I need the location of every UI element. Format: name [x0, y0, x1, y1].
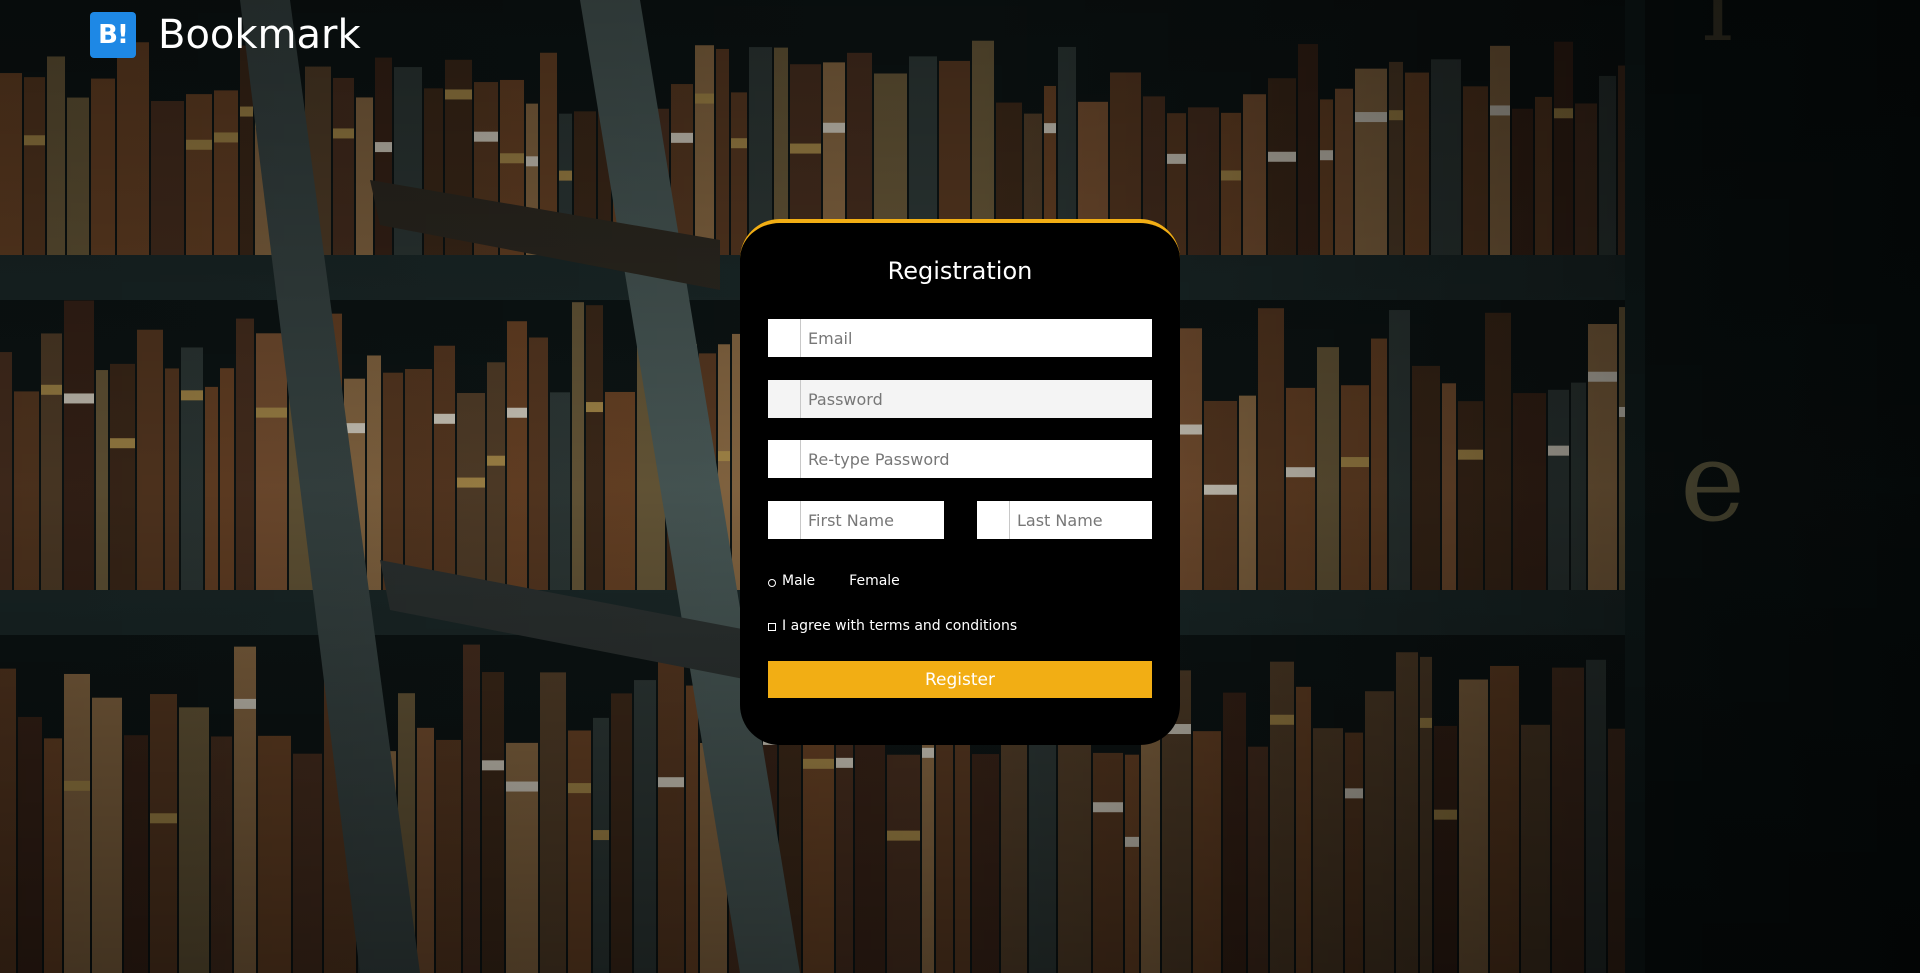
lock-icon: [768, 440, 801, 478]
terms-agreement: I agree with terms and conditions: [768, 618, 1017, 634]
registration-title: Registration: [887, 257, 1033, 285]
first-name-field: [768, 501, 944, 539]
male-radio-label[interactable]: Male: [782, 573, 815, 589]
registration-card: Registration Male Female I agree with te…: [740, 219, 1180, 745]
retype-password-input[interactable]: [801, 440, 1152, 478]
email-icon: [768, 319, 801, 357]
retype-password-field: [768, 440, 1152, 478]
brand-header[interactable]: B! Bookmark: [90, 12, 361, 58]
terms-label[interactable]: I agree with terms and conditions: [782, 618, 1017, 634]
email-field: [768, 319, 1152, 357]
password-field: [768, 380, 1152, 418]
last-name-field: [977, 501, 1152, 539]
user-icon: [768, 501, 801, 539]
password-input[interactable]: [801, 380, 1152, 418]
lock-icon: [768, 380, 801, 418]
user-icon: [977, 501, 1010, 539]
terms-checkbox[interactable]: [768, 623, 776, 631]
register-button[interactable]: Register: [768, 661, 1152, 698]
male-radio[interactable]: [768, 578, 776, 587]
bookmark-logo-icon: B!: [90, 12, 136, 58]
last-name-input[interactable]: [1010, 501, 1152, 539]
brand-name: Bookmark: [158, 12, 361, 58]
email-input[interactable]: [801, 319, 1152, 357]
female-radio-label[interactable]: Female: [849, 573, 900, 589]
gender-radio-group: Male Female: [768, 573, 900, 589]
first-name-input[interactable]: [801, 501, 944, 539]
